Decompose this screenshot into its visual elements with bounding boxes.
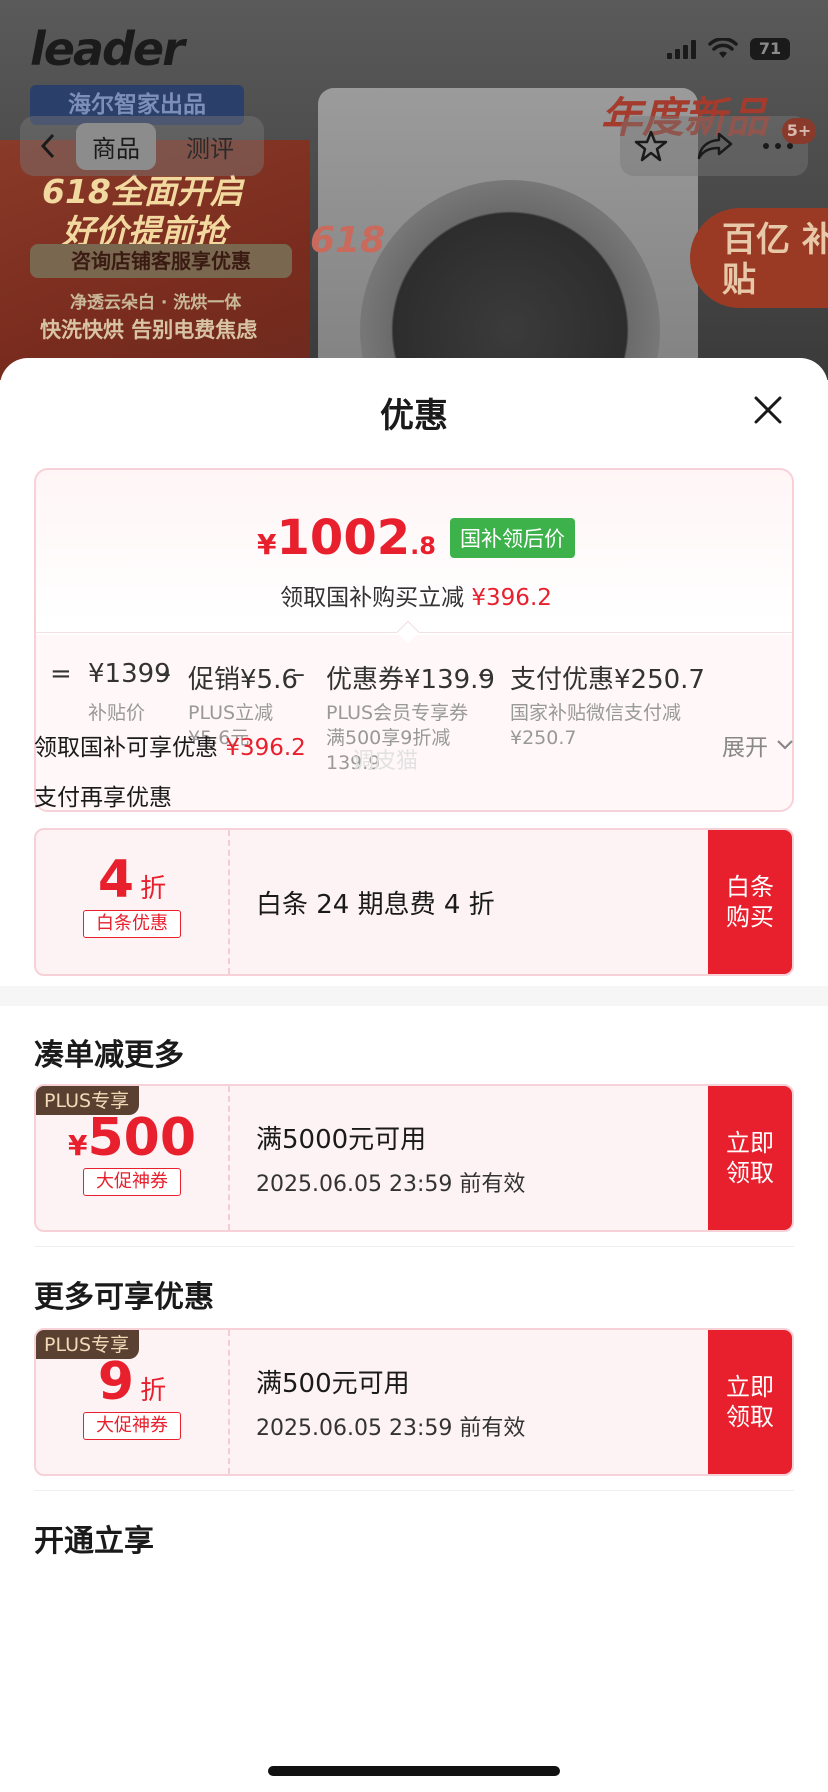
status-bar: 71 — [667, 38, 790, 60]
coupon-title: 满5000元可用 — [256, 1124, 427, 1155]
breakdown-coupon: 优惠券¥139.9 — [326, 665, 495, 695]
brand-logo: leader — [30, 22, 185, 76]
battery-icon: 71 — [750, 38, 790, 60]
coupon-tag: 大促神券 — [83, 1412, 181, 1440]
breakdown-op: – — [478, 659, 491, 689]
section-gap — [0, 986, 828, 1006]
product-navbar: 商品 测评 — [20, 116, 264, 176]
coupon-tag: 白条优惠 — [83, 910, 181, 938]
coupon-info: 满500元可用 2025.06.05 23:59 前有效 — [256, 1330, 525, 1474]
final-price-value: ¥1002.8 — [257, 510, 436, 566]
expand-button[interactable]: 展开 — [722, 728, 794, 762]
plus-badge: PLUS专享 — [36, 1330, 140, 1359]
gov-row-label: 领取国补可享优惠 — [34, 735, 218, 761]
coupon-500: ¥500 大促神券 PLUS专享 满5000元可用 2025.06.05 23:… — [34, 1084, 794, 1232]
breakdown-promo: 促销¥5.6 — [188, 665, 298, 695]
tab-product[interactable]: 商品 — [76, 122, 156, 170]
baitiao-buy-button[interactable]: 白条购买 — [708, 830, 792, 974]
share-icon[interactable] — [697, 131, 733, 161]
back-button[interactable] — [20, 116, 76, 176]
divider — [34, 1246, 794, 1247]
breakdown-op: – — [158, 659, 171, 689]
claim-button[interactable]: 立即领取 — [708, 1330, 792, 1474]
divider — [34, 1490, 794, 1491]
coupon-title: 白条 24 期息费 4 折 — [256, 889, 495, 920]
subsidy-tag: 百亿 补贴 — [690, 208, 828, 308]
watermark: 调皮猫 — [352, 749, 419, 774]
plus-badge: PLUS专享 — [36, 1086, 140, 1115]
coupon-amount: ¥500 — [67, 1108, 197, 1168]
discount-sheet: 优惠 ¥1002.8 国补领后价 领取国补购买立减 ¥396.2 = ¥1399… — [0, 358, 828, 1792]
tab-review[interactable]: 测评 — [170, 123, 250, 170]
baitiao-coupon: 4折 白条优惠 白条 24 期息费 4 折 白条购买 — [34, 828, 794, 976]
coupon-info: 满5000元可用 2025.06.05 23:59 前有效 — [256, 1086, 525, 1230]
gov-subsidy-badge: 国补领后价 — [449, 518, 575, 558]
coupon-discount: 4折 — [97, 850, 167, 910]
product-tabs: 商品 测评 — [76, 116, 264, 176]
star-icon[interactable] — [634, 129, 668, 163]
poster-b2: 快洗快烘 告别电费焦虑 — [40, 318, 258, 342]
gov-row-amount: ¥396.2 — [225, 735, 306, 761]
coupon-9-discount: 9折 大促神券 PLUS专享 满500元可用 2025.06.05 23:59 … — [34, 1328, 794, 1476]
home-indicator[interactable] — [268, 1766, 560, 1776]
action-icons — [620, 116, 808, 176]
signal-icon — [667, 39, 696, 59]
subsidy-amount: ¥396.2 — [471, 585, 552, 611]
chevron-down-icon — [777, 740, 793, 750]
coupon-date: 2025.06.05 23:59 前有效 — [256, 1171, 526, 1197]
section-more-title: 凑单减更多 — [34, 1038, 184, 1073]
more-icon[interactable] — [762, 142, 794, 150]
chevron-left-icon — [40, 133, 55, 159]
claim-button[interactable]: 立即领取 — [708, 1086, 792, 1230]
expand-label: 展开 — [722, 735, 768, 761]
coupon-title: 满500元可用 — [256, 1368, 410, 1399]
coupon-tag: 大促神券 — [83, 1168, 181, 1196]
section-more2-title: 更多可享优惠 — [34, 1280, 214, 1315]
sheet-title: 优惠 — [380, 396, 448, 436]
coupon-info: 白条 24 期息费 4 折 — [256, 830, 495, 974]
breakdown-payment: 支付优惠¥250.7 — [510, 665, 705, 695]
poster-box: 咨询店铺客服享优惠 — [30, 244, 292, 278]
badge-618: 618 — [310, 220, 386, 261]
final-price: ¥1002.8 国补领后价 — [36, 510, 792, 566]
breakdown-op: = — [50, 659, 72, 689]
coupon-date: 2025.06.05 23:59 前有效 — [256, 1415, 526, 1441]
close-icon[interactable] — [750, 392, 786, 428]
subsidy-summary: 领取国补购买立减 ¥396.2 — [280, 585, 552, 611]
breakdown-op: – — [292, 659, 305, 689]
breakdown-label-base: 补贴价 — [88, 702, 146, 724]
poster-b1: 净透云朵白 · 洗烘一体 — [70, 293, 242, 313]
payment-offers-label: 支付再享优惠 — [34, 785, 172, 811]
coupon-discount: 9折 — [97, 1352, 167, 1412]
message-count-badge: 5+ — [782, 118, 816, 144]
section-open-title: 开通立享 — [34, 1524, 154, 1559]
coupon-left: 4折 白条优惠 — [36, 830, 230, 974]
wifi-icon — [708, 38, 738, 58]
